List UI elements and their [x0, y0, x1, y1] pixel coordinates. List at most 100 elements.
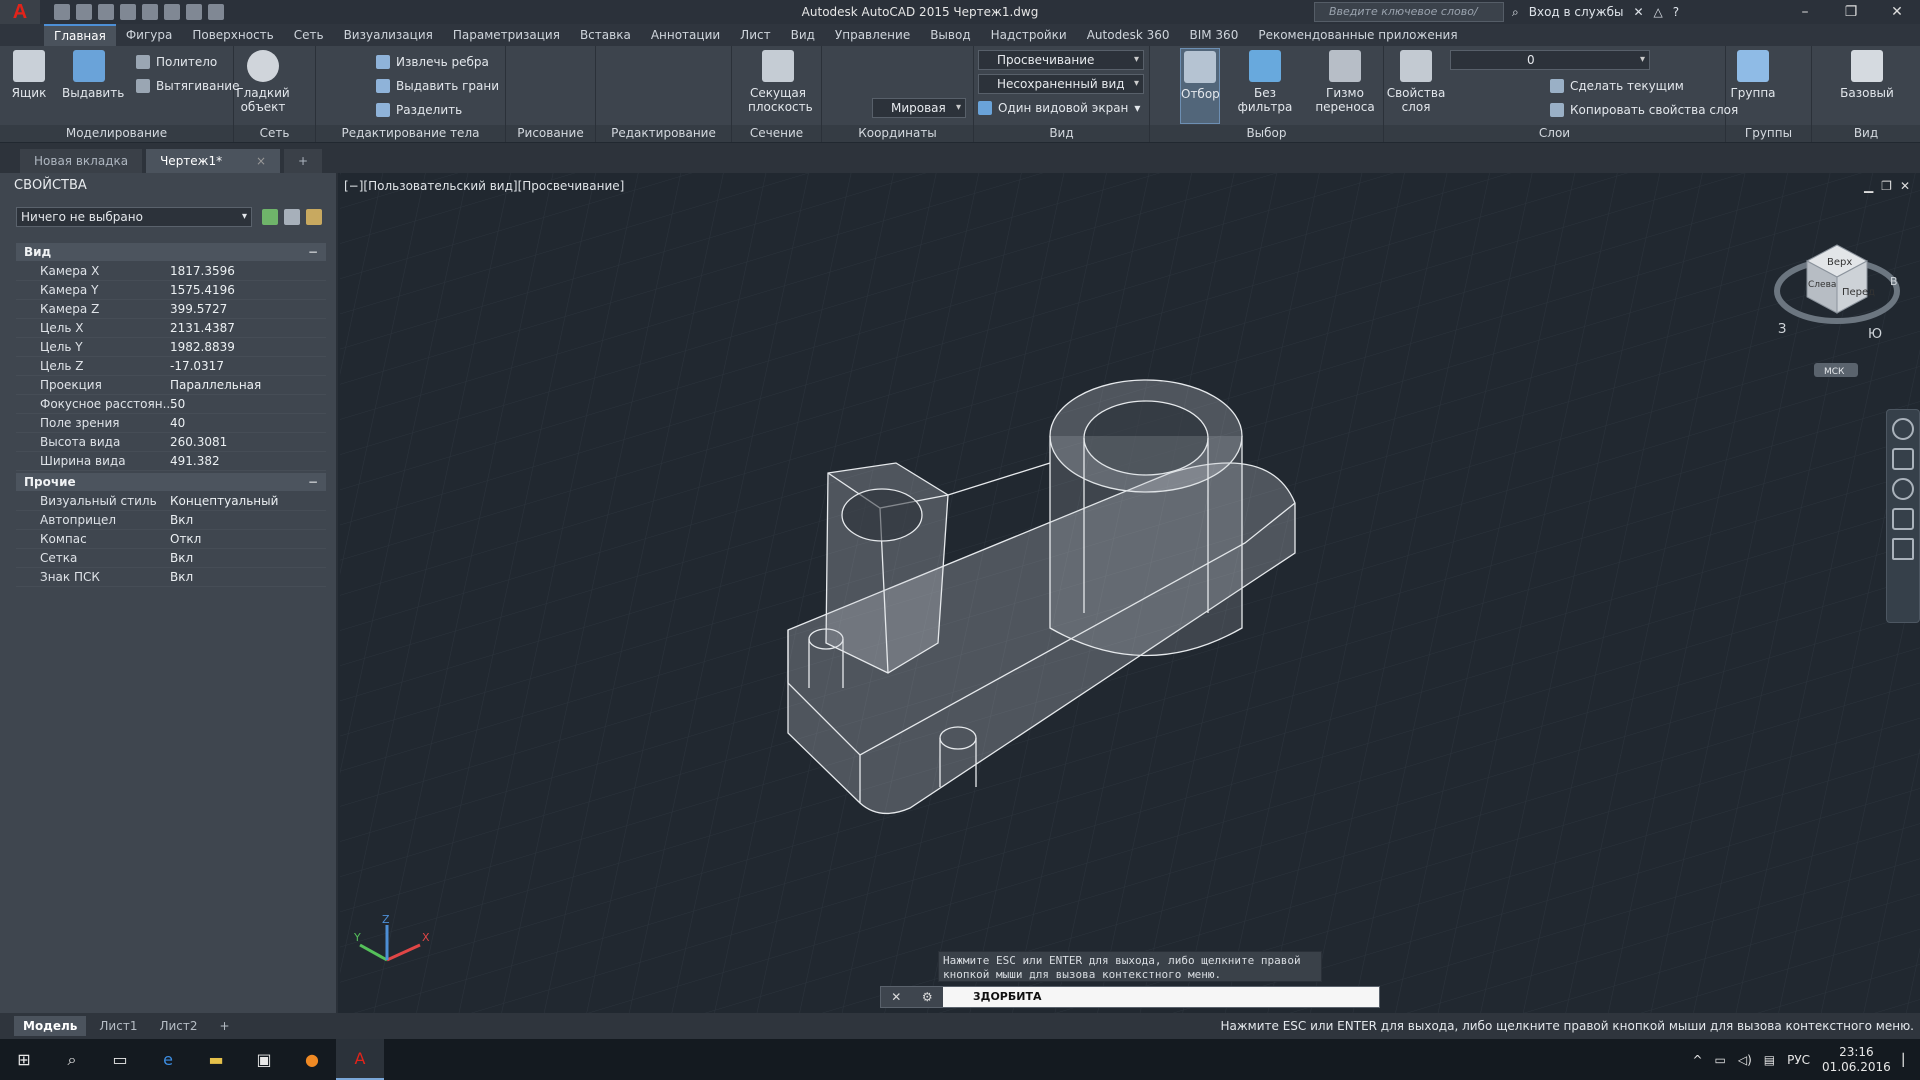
tab-addins[interactable]: Надстройки [981, 24, 1077, 46]
a360-icon[interactable]: △ [1654, 5, 1663, 19]
panel-label-section[interactable]: Сечение [732, 125, 821, 142]
tab-solid[interactable]: Фигура [116, 24, 183, 46]
panel-label-selection[interactable]: Выбор [1150, 125, 1383, 142]
collapse-icon[interactable]: − [308, 473, 318, 491]
wcs-label[interactable]: МСК [1824, 367, 1845, 377]
property-value[interactable]: 1817.3596 [170, 262, 235, 281]
binoculars-icon[interactable]: ⌕ [1512, 5, 1519, 20]
panel-label-view[interactable]: Вид [974, 125, 1149, 142]
extrude-faces-button[interactable]: Выдавить грани [376, 76, 499, 96]
tab-home[interactable]: Главная [44, 24, 116, 46]
search-input[interactable]: Введите ключевое слово/фразу [1314, 2, 1504, 36]
property-value[interactable]: Вкл [170, 511, 193, 530]
property-value[interactable]: Концептуальный [170, 492, 278, 511]
zoom-icon[interactable] [1892, 478, 1914, 500]
property-row[interactable]: Цель Z -17.0317 [16, 357, 326, 376]
panel-label-modeling[interactable]: Моделирование [0, 125, 233, 142]
compass-south-label[interactable]: Ю [1868, 327, 1882, 342]
base-view-button[interactable]: Базовый [1832, 50, 1902, 100]
property-row[interactable]: Высота вида 260.3081 [16, 433, 326, 452]
restore-icon[interactable]: ❐ [1828, 0, 1874, 24]
tab-manage[interactable]: Управление [825, 24, 920, 46]
panel-label-groups[interactable]: Группы [1726, 125, 1811, 142]
property-row[interactable]: Ширина вида 491.382 [16, 452, 326, 471]
tab-annotate[interactable]: Аннотации [641, 24, 730, 46]
presspull-button[interactable]: Вытягивание [136, 76, 239, 96]
viewcube-left-label[interactable]: Слева [1808, 280, 1836, 290]
property-value[interactable]: Вкл [170, 549, 193, 568]
property-value[interactable]: Вкл [170, 568, 193, 587]
section-plane-button[interactable]: Секущая плоскость [748, 50, 813, 114]
property-row[interactable]: Камера X 1817.3596 [16, 262, 326, 281]
property-row[interactable]: Проекция Параллельная [16, 376, 326, 395]
save-as-icon[interactable] [120, 4, 136, 20]
property-row[interactable]: Сетка Вкл [16, 549, 326, 568]
signin-link[interactable]: Вход в службы [1529, 5, 1624, 19]
network-icon[interactable]: ▭ [1715, 1053, 1726, 1067]
extract-edges-button[interactable]: Извлечь ребра [376, 52, 489, 72]
panel-label-solid-edit[interactable]: Редактирование тела [316, 125, 505, 142]
windows-start-icon[interactable]: ⊞ [0, 1039, 48, 1080]
edge-icon[interactable]: e [144, 1039, 192, 1080]
search-icon[interactable]: ⌕ [48, 1039, 96, 1080]
show-desktop-button[interactable]: ▏ [1903, 1053, 1912, 1067]
minimize-viewport-icon[interactable]: ▁ [1864, 179, 1873, 193]
polysolid-button[interactable]: Политело [136, 52, 217, 72]
redo-icon[interactable] [186, 4, 202, 20]
tab-model[interactable]: Модель [14, 1016, 87, 1036]
autocad-taskbar-icon[interactable]: A [336, 1039, 384, 1080]
undo-icon[interactable] [164, 4, 180, 20]
property-row[interactable]: Цель X 2131.4387 [16, 319, 326, 338]
minimize-icon[interactable]: – [1782, 0, 1828, 24]
property-row[interactable]: Автоприцел Вкл [16, 511, 326, 530]
viewcube-top-label[interactable]: Верх [1827, 257, 1852, 268]
pan-icon[interactable] [1892, 448, 1914, 470]
property-value[interactable]: 1982.8839 [170, 338, 235, 357]
tab-parametric[interactable]: Параметризация [443, 24, 570, 46]
clock[interactable]: 23:16 01.06.2016 [1822, 1045, 1891, 1075]
panel-label-coordinates[interactable]: Координаты [822, 125, 973, 142]
tab-mesh[interactable]: Сеть [284, 24, 334, 46]
culling-button[interactable]: Отбор [1180, 48, 1220, 124]
saved-view-combo[interactable]: Несохраненный вид [978, 74, 1144, 94]
close-viewport-icon[interactable]: ✕ [1900, 179, 1910, 193]
layer-combo[interactable]: 0 [1450, 50, 1650, 70]
viewcube-front-label[interactable]: Перед [1842, 287, 1875, 298]
panel-label-layers[interactable]: Слои [1384, 125, 1725, 142]
no-filter-button[interactable]: Без фильтра [1230, 50, 1300, 114]
property-row[interactable]: Поле зрения 40 [16, 414, 326, 433]
tab-insert[interactable]: Вставка [570, 24, 641, 46]
language-indicator[interactable]: РУС [1787, 1053, 1810, 1067]
property-row[interactable]: Визуальный стиль Концептуальный [16, 492, 326, 511]
close-tab-icon[interactable]: × [256, 154, 266, 168]
firefox-icon[interactable]: ● [288, 1039, 336, 1080]
property-value[interactable]: 399.5727 [170, 300, 227, 319]
collapse-icon[interactable]: − [308, 243, 318, 261]
group-button[interactable]: Группа [1726, 50, 1780, 100]
tab-output[interactable]: Вывод [920, 24, 980, 46]
selection-combo[interactable]: Ничего не выбрано [16, 207, 252, 227]
steering-wheel-icon[interactable] [1892, 418, 1914, 440]
property-value[interactable]: Откл [170, 530, 201, 549]
open-file-icon[interactable] [76, 4, 92, 20]
tab-bim360[interactable]: BIM 360 [1179, 24, 1248, 46]
orbit-icon[interactable] [1892, 508, 1914, 530]
select-objects-icon[interactable] [284, 209, 300, 225]
close-icon[interactable]: ✕ [1874, 0, 1920, 24]
property-value[interactable]: 40 [170, 414, 185, 433]
panel-label-draw[interactable]: Рисование [506, 125, 595, 142]
layer-properties-button[interactable]: Свойства слоя [1386, 50, 1446, 114]
maximize-viewport-icon[interactable]: ❐ [1881, 179, 1892, 193]
property-row[interactable]: Цель Y 1982.8839 [16, 338, 326, 357]
box-button[interactable]: Ящик [2, 50, 56, 100]
match-layer-button[interactable]: Копировать свойства слоя [1550, 100, 1738, 120]
close-command-icon[interactable]: ✕ [891, 990, 901, 1004]
move-gizmo-button[interactable]: Гизмо переноса [1310, 50, 1380, 114]
property-value[interactable]: 2131.4387 [170, 319, 235, 338]
qat-menu-icon[interactable] [208, 4, 224, 20]
compass-west-label[interactable]: З [1778, 322, 1786, 337]
exchange-icon[interactable]: ✕ [1633, 5, 1643, 19]
tab-render[interactable]: Визуализация [334, 24, 443, 46]
property-value[interactable]: 491.382 [170, 452, 220, 471]
make-current-button[interactable]: Сделать текущим [1550, 76, 1684, 96]
